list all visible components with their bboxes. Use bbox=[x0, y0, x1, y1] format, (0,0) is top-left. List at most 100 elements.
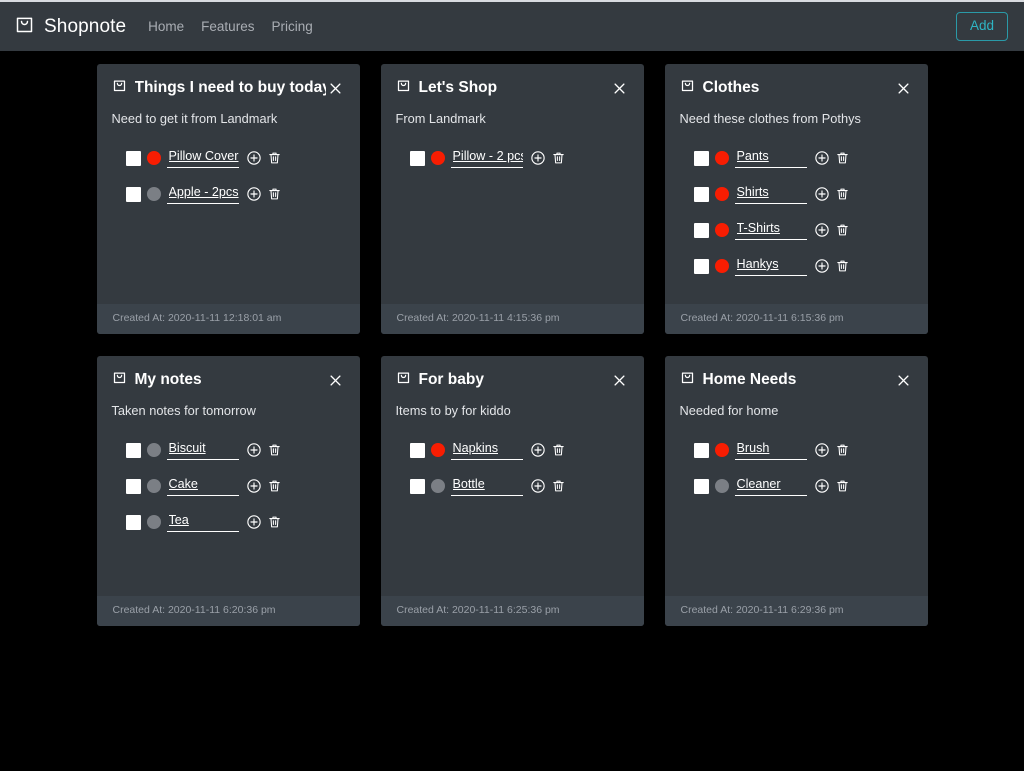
plus-circle-icon[interactable] bbox=[814, 478, 830, 494]
nav-link-home[interactable]: Home bbox=[148, 20, 184, 34]
item-priority-dot[interactable] bbox=[714, 259, 729, 274]
item-text-input[interactable] bbox=[450, 148, 523, 168]
item-checkbox[interactable] bbox=[125, 442, 141, 458]
item-priority-dot[interactable] bbox=[714, 187, 729, 202]
close-icon[interactable] bbox=[894, 370, 914, 390]
item-priority-dot[interactable] bbox=[146, 443, 161, 458]
trash-icon[interactable] bbox=[267, 150, 282, 166]
item-priority-dot[interactable] bbox=[714, 443, 729, 458]
trash-icon[interactable] bbox=[267, 514, 282, 530]
item-priority-dot[interactable] bbox=[430, 479, 445, 494]
note-item-row bbox=[97, 468, 360, 504]
item-text-input[interactable] bbox=[734, 476, 807, 496]
item-priority-dot[interactable] bbox=[146, 187, 161, 202]
brand-logo[interactable]: Shopnote bbox=[14, 14, 126, 40]
trash-icon[interactable] bbox=[267, 478, 282, 494]
item-text-input[interactable] bbox=[734, 256, 807, 276]
note-card-title: Clothes bbox=[702, 79, 760, 97]
note-card: My notes Taken notes for tomorrow Biscui… bbox=[96, 356, 360, 626]
trash-icon[interactable] bbox=[835, 186, 850, 202]
trash-icon[interactable] bbox=[835, 478, 850, 494]
close-icon[interactable] bbox=[610, 78, 630, 98]
item-text-input[interactable] bbox=[450, 476, 523, 496]
note-item-row bbox=[381, 140, 644, 176]
item-priority-dot[interactable] bbox=[146, 515, 161, 530]
item-checkbox[interactable] bbox=[125, 150, 141, 166]
trash-icon[interactable] bbox=[551, 150, 566, 166]
close-icon[interactable] bbox=[326, 78, 346, 98]
item-priority-dot[interactable] bbox=[430, 151, 445, 166]
plus-circle-icon[interactable] bbox=[530, 478, 546, 494]
plus-circle-icon[interactable] bbox=[814, 442, 830, 458]
item-text-input[interactable] bbox=[166, 476, 239, 496]
item-checkbox[interactable] bbox=[125, 186, 141, 202]
trash-icon[interactable] bbox=[267, 442, 282, 458]
item-text-input[interactable] bbox=[734, 440, 807, 460]
trash-icon[interactable] bbox=[551, 442, 566, 458]
close-icon[interactable] bbox=[610, 370, 630, 390]
trash-icon[interactable] bbox=[835, 442, 850, 458]
item-checkbox[interactable] bbox=[693, 222, 709, 238]
item-priority-dot[interactable] bbox=[714, 479, 729, 494]
item-priority-dot[interactable] bbox=[146, 151, 161, 166]
item-priority-dot[interactable] bbox=[146, 479, 161, 494]
item-text-input[interactable] bbox=[166, 440, 239, 460]
item-text-input[interactable] bbox=[166, 184, 239, 204]
plus-circle-icon[interactable] bbox=[814, 258, 830, 274]
item-checkbox[interactable] bbox=[125, 478, 141, 494]
shopping-bag-icon bbox=[14, 14, 35, 40]
note-item-row bbox=[381, 468, 644, 504]
note-card-created-at: Created At: 2020-11-11 6:25:36 pm bbox=[380, 596, 644, 626]
nav-link-pricing[interactable]: Pricing bbox=[271, 20, 312, 34]
item-checkbox[interactable] bbox=[125, 514, 141, 530]
note-card-description: Items to by for kiddo bbox=[395, 403, 511, 418]
close-icon[interactable] bbox=[894, 78, 914, 98]
item-checkbox[interactable] bbox=[409, 442, 425, 458]
trash-icon[interactable] bbox=[551, 478, 566, 494]
note-item-row bbox=[97, 504, 360, 540]
item-text-input[interactable] bbox=[734, 184, 807, 204]
item-priority-dot[interactable] bbox=[430, 443, 445, 458]
plus-circle-icon[interactable] bbox=[246, 514, 262, 530]
note-card-title: Home Needs bbox=[702, 371, 797, 389]
item-checkbox[interactable] bbox=[693, 186, 709, 202]
item-checkbox[interactable] bbox=[409, 150, 425, 166]
item-checkbox[interactable] bbox=[693, 258, 709, 274]
trash-icon[interactable] bbox=[835, 222, 850, 238]
add-note-button[interactable]: Add bbox=[955, 12, 1008, 41]
item-text-input[interactable] bbox=[166, 512, 239, 532]
note-item-list bbox=[381, 126, 644, 304]
note-card-title: Let's Shop bbox=[418, 79, 498, 97]
plus-circle-icon[interactable] bbox=[246, 442, 262, 458]
top-navbar: Shopnote Home Features Pricing Add bbox=[0, 0, 1024, 51]
note-card-header: Things I need to buy today bbox=[97, 64, 360, 98]
shopping-bag-icon bbox=[112, 78, 127, 98]
item-text-input[interactable] bbox=[734, 148, 807, 168]
item-text-input[interactable] bbox=[450, 440, 523, 460]
close-icon[interactable] bbox=[326, 370, 346, 390]
item-priority-dot[interactable] bbox=[714, 151, 729, 166]
item-checkbox[interactable] bbox=[693, 150, 709, 166]
item-text-input[interactable] bbox=[734, 220, 807, 240]
trash-icon[interactable] bbox=[835, 150, 850, 166]
plus-circle-icon[interactable] bbox=[530, 442, 546, 458]
note-item-list bbox=[381, 418, 644, 596]
plus-circle-icon[interactable] bbox=[814, 222, 830, 238]
trash-icon[interactable] bbox=[267, 186, 282, 202]
note-card: Clothes Need these clothes from Pothys P… bbox=[664, 64, 928, 334]
plus-circle-icon[interactable] bbox=[530, 150, 546, 166]
plus-circle-icon[interactable] bbox=[246, 186, 262, 202]
item-priority-dot[interactable] bbox=[714, 223, 729, 238]
note-card: Let's Shop From Landmark Created At: 202… bbox=[380, 64, 644, 334]
trash-icon[interactable] bbox=[835, 258, 850, 274]
plus-circle-icon[interactable] bbox=[246, 478, 262, 494]
plus-circle-icon[interactable] bbox=[246, 150, 262, 166]
plus-circle-icon[interactable] bbox=[814, 150, 830, 166]
item-checkbox[interactable] bbox=[409, 478, 425, 494]
item-checkbox[interactable] bbox=[693, 478, 709, 494]
item-checkbox[interactable] bbox=[693, 442, 709, 458]
plus-circle-icon[interactable] bbox=[814, 186, 830, 202]
note-card-header: Clothes bbox=[665, 64, 928, 98]
nav-link-features[interactable]: Features bbox=[201, 20, 254, 34]
item-text-input[interactable] bbox=[166, 148, 239, 168]
